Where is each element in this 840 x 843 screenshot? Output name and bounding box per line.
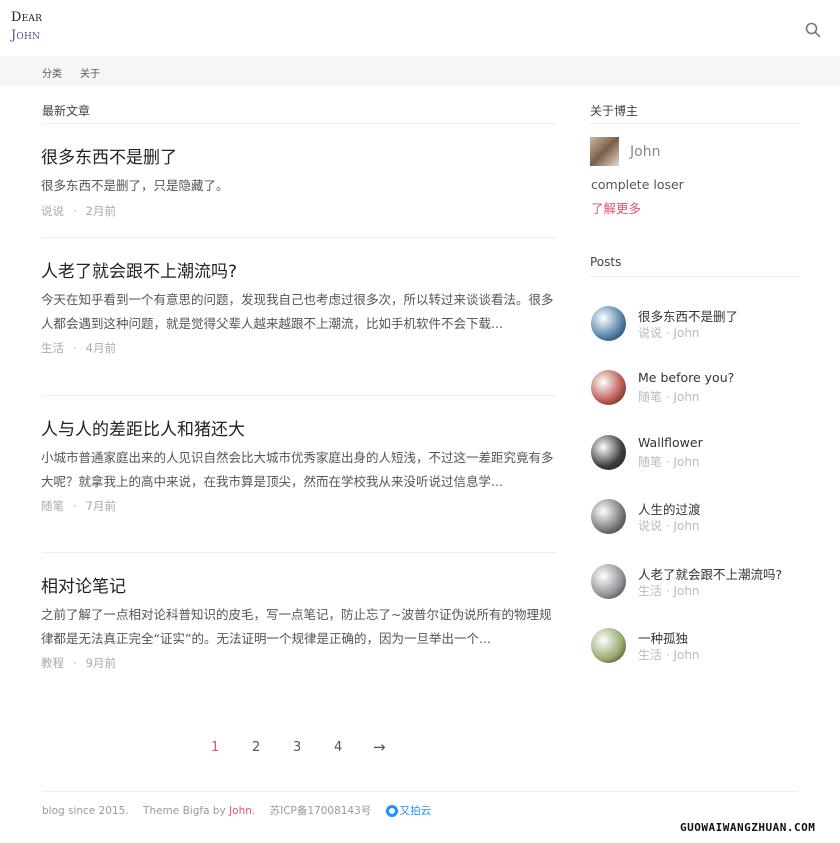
sidebar-post-meta: 生活 · John — [638, 584, 700, 598]
post-thumbnail — [591, 306, 626, 341]
posts-heading: Posts — [590, 255, 622, 269]
upyun-logo-icon — [385, 805, 398, 817]
search-icon[interactable] — [805, 22, 821, 38]
sidebar-post-item[interactable]: Me before you? 随笔 · John — [591, 370, 801, 406]
article-category[interactable]: 说说 — [41, 204, 64, 218]
post-thumbnail — [591, 628, 626, 663]
about-heading: 关于博主 — [590, 104, 639, 118]
article-category[interactable]: 生活 — [41, 341, 64, 355]
article-item: 很多东西不是删了 很多东西不是删了，只是隐藏了。 说说 · 2月前 — [41, 146, 557, 221]
sidebar-post-item[interactable]: 人老了就会跟不上潮流吗? 生活 · John — [591, 564, 801, 600]
upyun-label: 又拍云 — [399, 805, 432, 817]
footer-since: blog since 2015. — [42, 805, 129, 817]
nav-item-categories[interactable]: 分类 — [42, 65, 62, 80]
footer-divider — [42, 791, 798, 792]
divider — [42, 237, 556, 238]
article-excerpt: 小城市普通家庭出来的人见识自然会比大城市优秀家庭出身的人短浅，不过这一差距究竟有… — [41, 450, 554, 489]
site-logo-top[interactable]: Dear — [11, 10, 42, 25]
footer-theme-prefix: Theme Bigfa by — [143, 805, 230, 817]
article-item: 相对论笔记 之前了解了一点相对论科普知识的皮毛，写一点笔记，防止忘了~波普尔证伪… — [41, 575, 557, 673]
article-meta: 说说 · 2月前 — [41, 203, 116, 218]
divider — [590, 276, 799, 277]
sidebar-post-meta: 生活 · John — [638, 648, 700, 662]
page-link-3[interactable]: 3 — [293, 740, 301, 755]
article-title[interactable]: 相对论笔记 — [41, 575, 557, 599]
footer-icp[interactable]: 苏ICP备17008143号 — [270, 805, 372, 817]
article-title[interactable]: 很多东西不是删了 — [41, 146, 557, 170]
article-time: 2月前 — [85, 203, 116, 218]
divider — [590, 123, 799, 124]
sidebar-post-meta: 随笔 · John — [638, 455, 700, 469]
divider — [42, 395, 556, 396]
footer-theme: Theme Bigfa by John. — [143, 805, 255, 817]
author-name: John — [630, 144, 661, 160]
sidebar-post-title[interactable]: 很多东西不是删了 — [638, 306, 738, 325]
article-meta: 随笔 · 7月前 — [41, 499, 116, 513]
pagination: 1 2 3 4 → — [0, 738, 840, 760]
post-thumbnail — [591, 499, 626, 534]
article-time: 7月前 — [85, 499, 116, 513]
page-link-4[interactable]: 4 — [334, 740, 342, 755]
site-header: Dear John — [0, 0, 840, 56]
page-link-1[interactable]: 1 — [211, 740, 219, 755]
sidebar-post-title[interactable]: 人老了就会跟不上潮流吗? — [638, 564, 782, 583]
article-excerpt: 今天在知乎看到一个有意思的问题，发现我自己也考虑过很多次，所以转过来谈谈看法。很… — [41, 292, 554, 331]
article-meta: 生活 · 4月前 — [41, 341, 116, 355]
sidebar-post-title[interactable]: 人生的过渡 — [638, 499, 701, 518]
article-category[interactable]: 随笔 — [41, 499, 64, 513]
author-avatar — [590, 137, 619, 166]
footer: blog since 2015. Theme Bigfa by John. 苏I… — [42, 803, 431, 818]
page-link-2[interactable]: 2 — [252, 740, 260, 755]
sidebar-post-title[interactable]: 一种孤独 — [638, 628, 688, 647]
nav-item-about[interactable]: 关于 — [80, 65, 100, 80]
article-item: 人与人的差距比人和猪还大 小城市普通家庭出来的人见识自然会比大城市优秀家庭出身的… — [41, 418, 557, 516]
article-category[interactable]: 教程 — [41, 656, 64, 670]
sidebar-post-meta: 说说 · John — [638, 326, 700, 340]
nav-bar: 分类 关于 — [0, 56, 840, 86]
divider — [42, 123, 556, 124]
site-logo-bottom[interactable]: John — [11, 28, 40, 43]
article-excerpt: 之前了解了一点相对论科普知识的皮毛，写一点笔记，防止忘了~波普尔证伪说所有的物理… — [41, 607, 552, 646]
article-time: 4月前 — [85, 341, 116, 355]
sidebar-post-title[interactable]: Wallflower — [638, 435, 703, 450]
footer-theme-suffix: . — [251, 805, 256, 817]
sidebar-post-item[interactable]: 人生的过渡 说说 · John — [591, 499, 801, 535]
post-thumbnail — [591, 564, 626, 599]
post-thumbnail — [591, 435, 626, 470]
article-title[interactable]: 人与人的差距比人和猪还大 — [41, 418, 557, 442]
sidebar-post-title[interactable]: Me before you? — [638, 370, 734, 385]
divider — [42, 552, 556, 553]
upyun-badge[interactable]: 又拍云 — [385, 805, 432, 817]
post-thumbnail — [591, 370, 626, 405]
article-title[interactable]: 人老了就会跟不上潮流吗? — [41, 260, 557, 284]
article-time: 9月前 — [85, 656, 116, 670]
sidebar-post-item[interactable]: 很多东西不是删了 说说 · John — [591, 306, 801, 342]
footer-theme-author[interactable]: John — [229, 805, 252, 817]
article-meta: 教程 · 9月前 — [41, 656, 116, 670]
author-bio: complete loser — [591, 177, 684, 192]
latest-articles-heading: 最新文章 — [42, 104, 91, 118]
sidebar-post-item[interactable]: Wallflower 随笔 · John — [591, 435, 801, 471]
watermark: GUOWAIWANGZHUAN.COM — [680, 821, 816, 834]
sidebar-post-meta: 说说 · John — [638, 519, 700, 533]
article-item: 人老了就会跟不上潮流吗? 今天在知乎看到一个有意思的问题，发现我自己也考虑过很多… — [41, 260, 557, 358]
article-excerpt: 很多东西不是删了，只是隐藏了。 — [41, 178, 229, 193]
sidebar-post-meta: 随笔 · John — [638, 390, 700, 404]
sidebar-post-item[interactable]: 一种孤独 生活 · John — [591, 628, 801, 664]
learn-more-link[interactable]: 了解更多 — [591, 198, 641, 217]
next-page-arrow-icon[interactable]: → — [373, 738, 386, 756]
